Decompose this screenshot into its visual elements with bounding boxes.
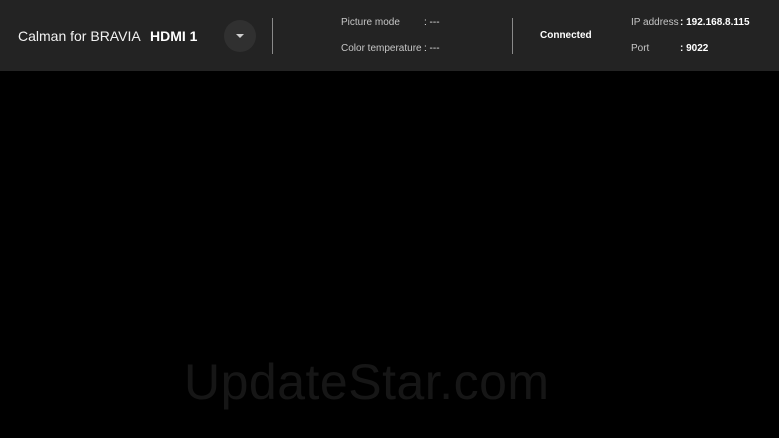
color-temperature-label: Color temperature xyxy=(341,43,422,54)
chevron-down-icon xyxy=(236,34,244,38)
app-title: Calman for BRAVIA xyxy=(18,28,141,44)
picture-mode-value: : --- xyxy=(424,17,440,28)
watermark: UpdateStar.com xyxy=(184,354,550,410)
picture-mode-label: Picture mode xyxy=(341,17,400,28)
input-source-label: HDMI 1 xyxy=(150,28,198,44)
ip-address-value: : 192.168.8.115 xyxy=(680,17,750,28)
port-value: : 9022 xyxy=(680,43,709,54)
connection-status: Connected xyxy=(540,30,592,41)
divider xyxy=(512,18,513,54)
tv-screen: Calman for BRAVIA HDMI 1 Picture mode : … xyxy=(0,0,779,438)
input-source-dropdown-button[interactable] xyxy=(224,20,256,52)
ip-address-label: IP address xyxy=(631,17,679,28)
color-temperature-value: : --- xyxy=(424,43,440,54)
divider xyxy=(272,18,273,54)
port-label: Port xyxy=(631,43,650,54)
status-bar: Calman for BRAVIA HDMI 1 Picture mode : … xyxy=(0,0,779,71)
